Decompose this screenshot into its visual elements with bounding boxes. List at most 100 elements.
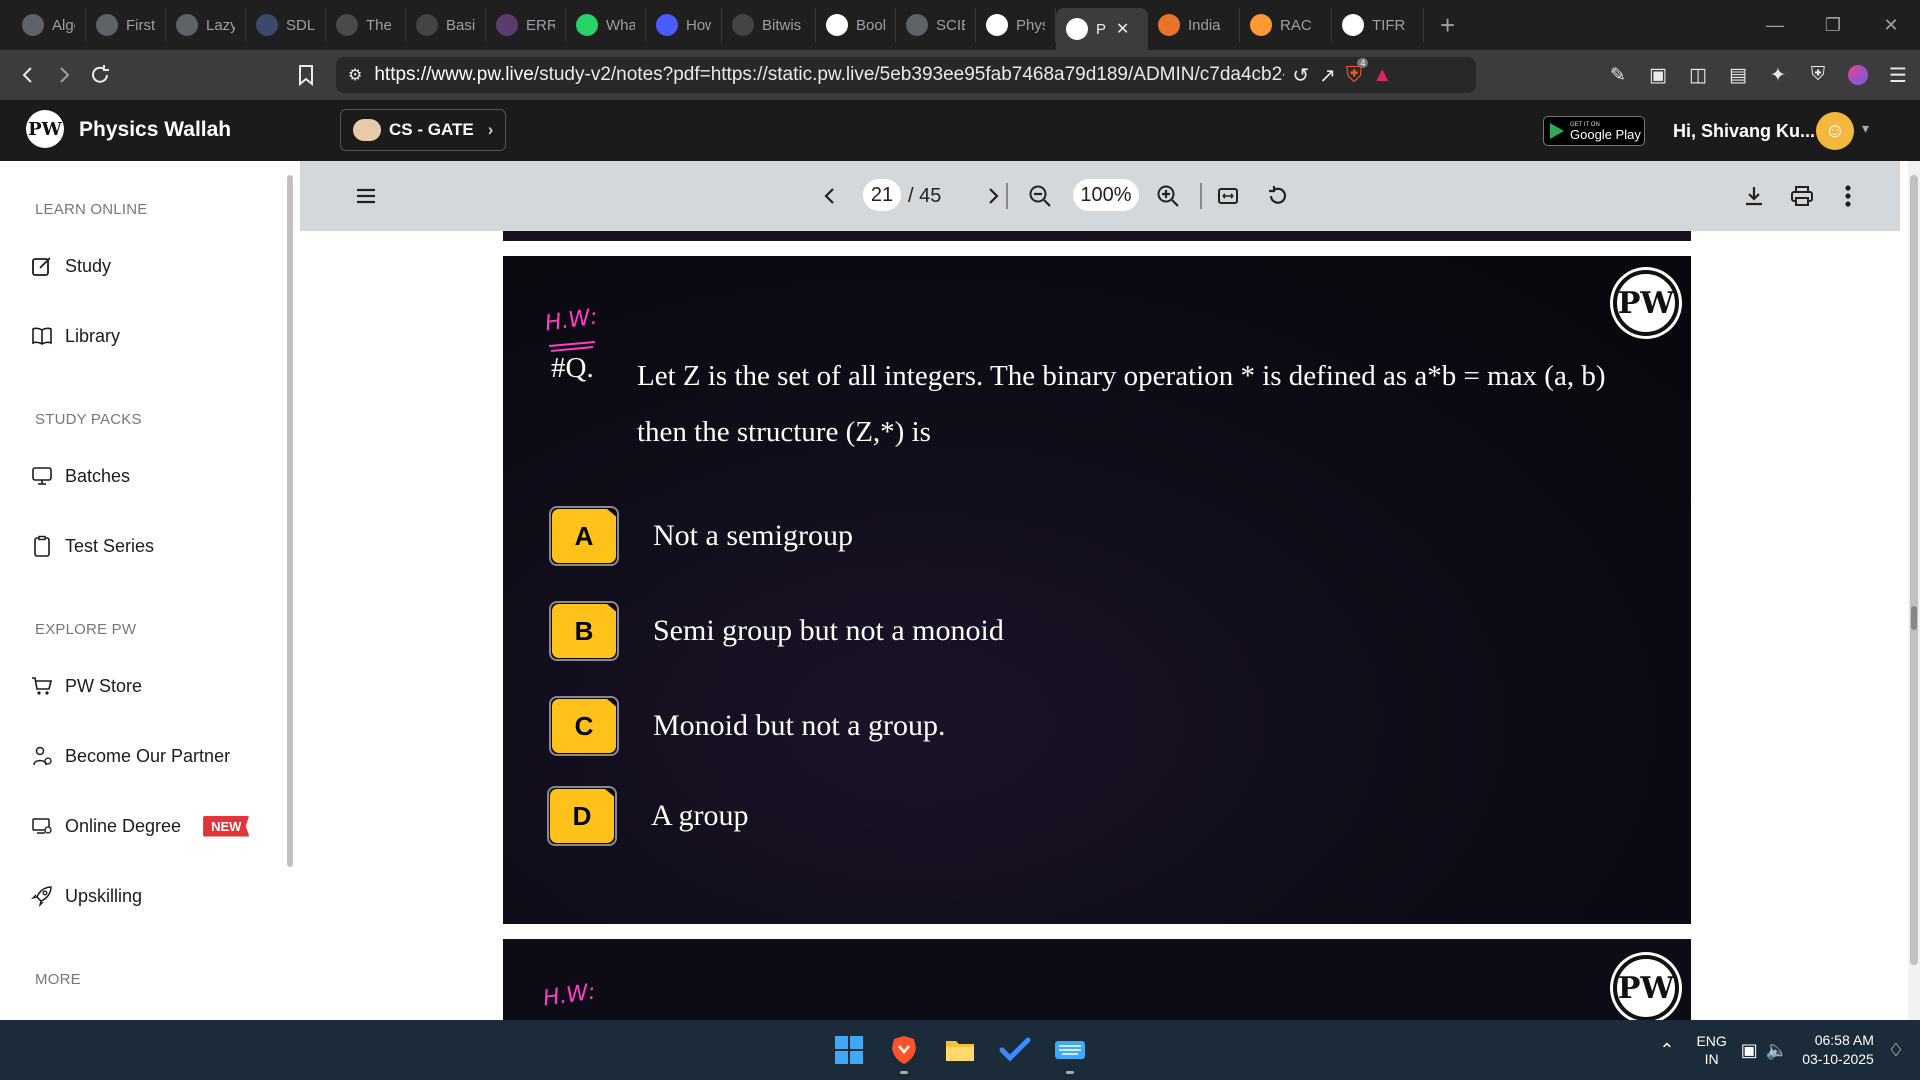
fit-width-icon[interactable]: [1210, 178, 1246, 214]
keyboard-app-icon[interactable]: [1052, 1032, 1088, 1074]
globe-icon: [22, 14, 44, 36]
section-heading-more: MORE: [35, 971, 81, 988]
section-heading-explore: EXPLORE PW: [35, 621, 137, 638]
sidebar-item-upskilling[interactable]: Upskilling: [30, 876, 142, 916]
language-indicator[interactable]: ENG IN: [1696, 1032, 1726, 1068]
clock[interactable]: 06:58 AM 03-10-2025: [1802, 1031, 1874, 1069]
back-icon[interactable]: [10, 57, 46, 93]
reader-mode-icon[interactable]: ▣: [1640, 57, 1676, 93]
close-tab-icon[interactable]: ✕: [1116, 19, 1129, 39]
more-options-icon[interactable]: [1830, 178, 1866, 214]
browser-tab[interactable]: RAC: [1240, 8, 1332, 42]
browser-tab[interactable]: Lazy I: [166, 8, 246, 42]
share-icon[interactable]: ↗: [1319, 63, 1336, 88]
globe-icon: [96, 14, 118, 36]
scrollbar-track[interactable]: [1910, 175, 1918, 965]
sidebar-scrollbar[interactable]: [287, 175, 293, 867]
zoom-level[interactable]: 100%: [1073, 179, 1139, 211]
tab-label: Book: [856, 16, 885, 34]
monitor-icon: [30, 464, 54, 488]
rewards-icon[interactable]: ▲: [1372, 64, 1392, 87]
reload-icon[interactable]: [82, 57, 118, 93]
rotate-icon[interactable]: [1260, 178, 1296, 214]
page-number-input[interactable]: 21: [863, 179, 901, 211]
brand-name[interactable]: Physics Wallah: [79, 118, 231, 142]
restore-icon[interactable]: ❐: [1804, 0, 1862, 50]
browser-tab[interactable]: India: [1148, 8, 1240, 42]
browser-tab[interactable]: Algoi: [12, 8, 86, 42]
volume-icon[interactable]: 🔈: [1766, 1040, 1788, 1061]
page-icon: [416, 14, 438, 36]
google-play-badge[interactable]: GET IT ON Google Play: [1543, 116, 1645, 146]
browser-tab[interactable]: TIFR: [1332, 8, 1424, 42]
browser-tab[interactable]: Bitwis: [722, 8, 816, 42]
browser-tab[interactable]: First I: [86, 8, 166, 42]
chevron-down-icon[interactable]: ▾: [1862, 120, 1869, 137]
browser-tab[interactable]: What: [566, 8, 646, 42]
user-greeting[interactable]: Hi, Shivang Ku...: [1673, 121, 1815, 142]
option-b: B Semi group but not a monoid: [549, 601, 1004, 661]
windows-start-icon[interactable]: [831, 1032, 867, 1068]
sidebar-item-label: Test Series: [65, 535, 155, 556]
zoom-in-icon[interactable]: [1150, 178, 1186, 214]
browser-tab[interactable]: The V: [326, 8, 406, 42]
tab-label: India: [1188, 16, 1221, 34]
rocket-icon: [30, 884, 54, 908]
scrollbar-thumb[interactable]: [1911, 606, 1917, 630]
sidebar-item-online-degree[interactable]: Online Degree NEW: [30, 806, 250, 846]
wallet-icon[interactable]: ▤: [1720, 57, 1756, 93]
history-icon[interactable]: ↺: [1292, 63, 1309, 88]
google-icon: [826, 14, 848, 36]
browser-tab[interactable]: Book: [816, 8, 896, 42]
batch-selector-button[interactable]: CS - GATE ›: [340, 109, 506, 151]
extensions-icon[interactable]: ✎: [1600, 57, 1636, 93]
profile-icon[interactable]: [1840, 57, 1876, 93]
browser-tab[interactable]: SDL2: [246, 8, 326, 42]
sidebar-item-pw-store[interactable]: PW Store: [30, 666, 142, 706]
prev-page-icon[interactable]: [812, 178, 848, 214]
partner-icon: [30, 744, 54, 768]
brave-browser-icon[interactable]: [886, 1032, 922, 1074]
browser-tab[interactable]: P ✕: [1056, 8, 1148, 50]
tab-label: Physi: [1016, 16, 1045, 34]
browser-tab[interactable]: SCIEN: [896, 8, 976, 42]
sidebar-toggle-icon[interactable]: ◫: [1680, 57, 1716, 93]
site-settings-icon[interactable]: ⚙: [348, 65, 362, 85]
whatsapp-icon: [576, 14, 598, 36]
avatar[interactable]: ☺: [1816, 112, 1854, 150]
browser-tab[interactable]: Physi: [976, 8, 1056, 42]
browser-tab[interactable]: ERRO: [486, 8, 566, 42]
section-heading-learn: LEARN ONLINE: [35, 201, 148, 218]
pw-logo[interactable]: PW: [26, 110, 64, 148]
url-text[interactable]: https://www.pw.live/study-v2/notes?pdf=h…: [374, 64, 1284, 86]
minimize-icon[interactable]: —: [1746, 0, 1804, 50]
brave-shield-icon[interactable]: ⛨ 4: [1346, 58, 1369, 88]
chevron-up-icon[interactable]: ⌃: [1659, 1040, 1674, 1061]
network-icon[interactable]: ▣: [1741, 1040, 1758, 1061]
close-window-icon[interactable]: ✕: [1862, 0, 1920, 50]
browser-tab[interactable]: How: [646, 8, 722, 42]
wordpress-icon: [336, 14, 358, 36]
download-icon[interactable]: [1736, 178, 1772, 214]
pdf-menu-icon[interactable]: [348, 178, 384, 214]
sidebar-item-batches[interactable]: Batches: [30, 456, 130, 496]
forward-icon[interactable]: [46, 57, 82, 93]
print-icon[interactable]: [1784, 178, 1820, 214]
bookmark-icon[interactable]: [288, 57, 324, 93]
todo-app-icon[interactable]: [997, 1032, 1033, 1068]
new-tab-button[interactable]: +: [1440, 10, 1455, 41]
menu-icon[interactable]: ☰: [1880, 57, 1916, 93]
sidebar-item-partner[interactable]: Become Our Partner: [30, 736, 230, 776]
vpn-icon[interactable]: ⛨: [1800, 57, 1836, 93]
zoom-out-icon[interactable]: [1022, 178, 1058, 214]
sidebar-item-study[interactable]: Study: [30, 246, 111, 286]
page-scrollbar[interactable]: [1908, 161, 1920, 1020]
sidebar-item-test-series[interactable]: Test Series: [30, 526, 154, 566]
leo-ai-icon[interactable]: ✦: [1760, 57, 1796, 93]
sidebar-item-library[interactable]: Library: [30, 316, 120, 356]
browser-tab[interactable]: Basic: [406, 8, 486, 42]
file-explorer-icon[interactable]: [942, 1032, 978, 1068]
address-bar[interactable]: ⚙ https://www.pw.live/study-v2/notes?pdf…: [336, 57, 1476, 93]
option-letter-box: B: [549, 601, 619, 661]
notification-bell-icon[interactable]: ♢: [1888, 1040, 1904, 1061]
